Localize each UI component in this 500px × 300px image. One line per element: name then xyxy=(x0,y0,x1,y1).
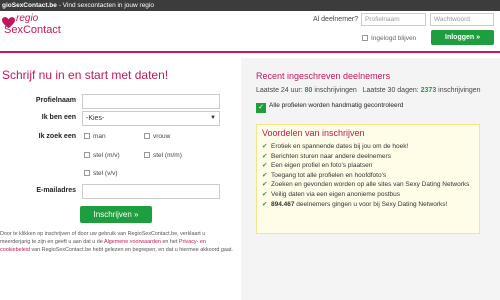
logo-text-regio: regio xyxy=(16,13,39,24)
members-count: 894.467 xyxy=(271,200,295,208)
checkbox-stel-vv[interactable] xyxy=(84,170,90,176)
email-field[interactable] xyxy=(82,184,220,199)
check-icon: ✔ xyxy=(262,190,268,198)
benefit-item: ✔ Een eigen profiel en foto's plaatsen xyxy=(262,161,476,171)
verified-text: Alle profielen worden handmatig gecontro… xyxy=(269,102,404,109)
login-button[interactable]: Inloggen » xyxy=(431,30,494,45)
option-stel-mv[interactable]: stel (m/v) xyxy=(84,151,120,160)
profiel-label: Profielnaam xyxy=(35,97,76,104)
remember-label: Ingelogd blijven xyxy=(371,35,417,42)
remember-checkbox[interactable] xyxy=(362,35,368,41)
benefit-item: ✔ Veilig daten via een eigen anonieme pos… xyxy=(262,190,476,200)
login-password-input[interactable]: Wachtwoord xyxy=(430,13,494,26)
option-stel-mv-label: stel (m/v) xyxy=(93,152,120,159)
signup-title: Schrijf nu in en start met daten! xyxy=(2,68,169,82)
option-stel-mm[interactable]: stel (m/m) xyxy=(144,151,182,160)
site-subtitle: - Vind sexcontacten in jouw regio xyxy=(56,2,154,9)
option-vrouw-label: vrouw xyxy=(153,133,171,140)
option-vrouw[interactable]: vrouw xyxy=(144,132,170,141)
ikzoek-label: Ik zoek een xyxy=(38,133,76,140)
count-30d: 2373 xyxy=(420,87,437,94)
chevron-down-icon: ▼ xyxy=(210,115,216,121)
terms-link[interactable]: Algemene voorwaarden xyxy=(104,239,161,245)
stats-mid: inschrijvingen Laatste 30 dagen: xyxy=(312,87,421,94)
email-label: E-mailadres xyxy=(36,187,76,194)
login-label: Al deelnemer? xyxy=(313,16,359,23)
site-name: gioSexContact.be xyxy=(2,2,57,9)
login-username-input[interactable]: Profielnaam xyxy=(361,13,426,26)
checkbox-man[interactable] xyxy=(84,133,90,139)
benefit-text: Berichten sturen naar andere deelnemers xyxy=(271,152,391,160)
profielnaam-input[interactable] xyxy=(82,94,220,109)
check-icon: ✔ xyxy=(262,162,268,170)
option-stel-mm-label: stel (m/m) xyxy=(153,152,182,159)
recent-stats: Laatste 24 uur: 80 inschrijvingen Laatst… xyxy=(256,86,481,95)
benefits-list: ✔ Erotiek en spannende dates bij jou om d… xyxy=(262,142,476,209)
option-man[interactable]: man xyxy=(84,132,106,141)
stats-post: inschrijvingen xyxy=(436,87,481,94)
benefit-text: Zoeken en gevonden worden op alle sites … xyxy=(271,181,470,189)
benefit-text: Een eigen profiel en foto's plaatsen xyxy=(271,162,373,170)
check-icon: ✔ xyxy=(262,152,268,160)
checkbox-stel-mv[interactable] xyxy=(84,152,90,158)
ikben-select[interactable]: -Kies- ▼ xyxy=(82,111,220,126)
checkbox-stel-mm[interactable] xyxy=(144,152,150,158)
benefits-box: Voordelen van inschrijven ✔ Erotiek en sp… xyxy=(256,124,480,234)
check-icon: ✓ xyxy=(256,103,266,113)
benefits-title: Voordelen van inschrijven xyxy=(262,128,365,138)
site-logo[interactable]: regio SexContact xyxy=(2,14,82,44)
option-stel-vv-label: stel (v/v) xyxy=(93,170,118,177)
stats-pre: Laatste 24 uur: xyxy=(256,87,305,94)
check-icon: ✔ xyxy=(262,171,268,179)
ikben-value: -Kies- xyxy=(86,115,105,122)
ikben-label: Ik ben een xyxy=(41,114,76,121)
benefit-text: Veilig daten via een eigen anonieme post… xyxy=(271,190,401,198)
logo-text-sexcontact: SexContact xyxy=(4,24,61,36)
verified-notice: ✓ Alle profielen worden handmatig gecontr… xyxy=(256,101,403,113)
benefit-text: Toegang tot alle profielen en hoofdfoto'… xyxy=(271,171,387,179)
disclaimer-text-3: van RegioSexContact.be hebt gelezen en b… xyxy=(29,247,233,254)
checkbox-vrouw[interactable] xyxy=(144,133,150,139)
benefit-text: Erotiek en spannende dates bij jou om de… xyxy=(271,143,409,150)
benefit-item: ✔ Toegang tot alle profielen en hoofdfoto… xyxy=(262,171,476,181)
signup-button[interactable]: Inschrijven » xyxy=(80,206,152,223)
option-man-label: man xyxy=(93,133,106,140)
disclaimer-text-2: en het xyxy=(160,239,179,246)
signup-disclaimer: Door te klikken op inschrijven of door u… xyxy=(0,230,234,255)
browser-title-bar: gioSexContact.be - Vind sexcontacten in … xyxy=(0,0,500,11)
check-icon: ✔ xyxy=(262,200,268,208)
check-icon: ✔ xyxy=(262,181,268,189)
option-stel-vv[interactable]: stel (v/v) xyxy=(84,169,118,178)
remember-me[interactable]: Ingelogd blijven xyxy=(362,34,416,43)
benefit-item: ✔ Erotiek en spannende dates bij jou om d… xyxy=(262,142,476,152)
header-divider xyxy=(0,51,500,53)
benefit-item: ✔ Berichten sturen naar andere deelnemers xyxy=(262,152,476,162)
benefit-text: deelnemers gingen u voor bij Sexy Dating… xyxy=(294,200,448,208)
benefit-item: ✔ Zoeken en gevonden worden op alle sites… xyxy=(262,180,476,190)
recent-title: Recent ingeschreven deelnemers xyxy=(256,71,391,81)
check-icon: ✔ xyxy=(262,143,268,150)
benefit-item: ✔ 894.467 deelnemers gingen u voor bij Se… xyxy=(262,200,476,210)
